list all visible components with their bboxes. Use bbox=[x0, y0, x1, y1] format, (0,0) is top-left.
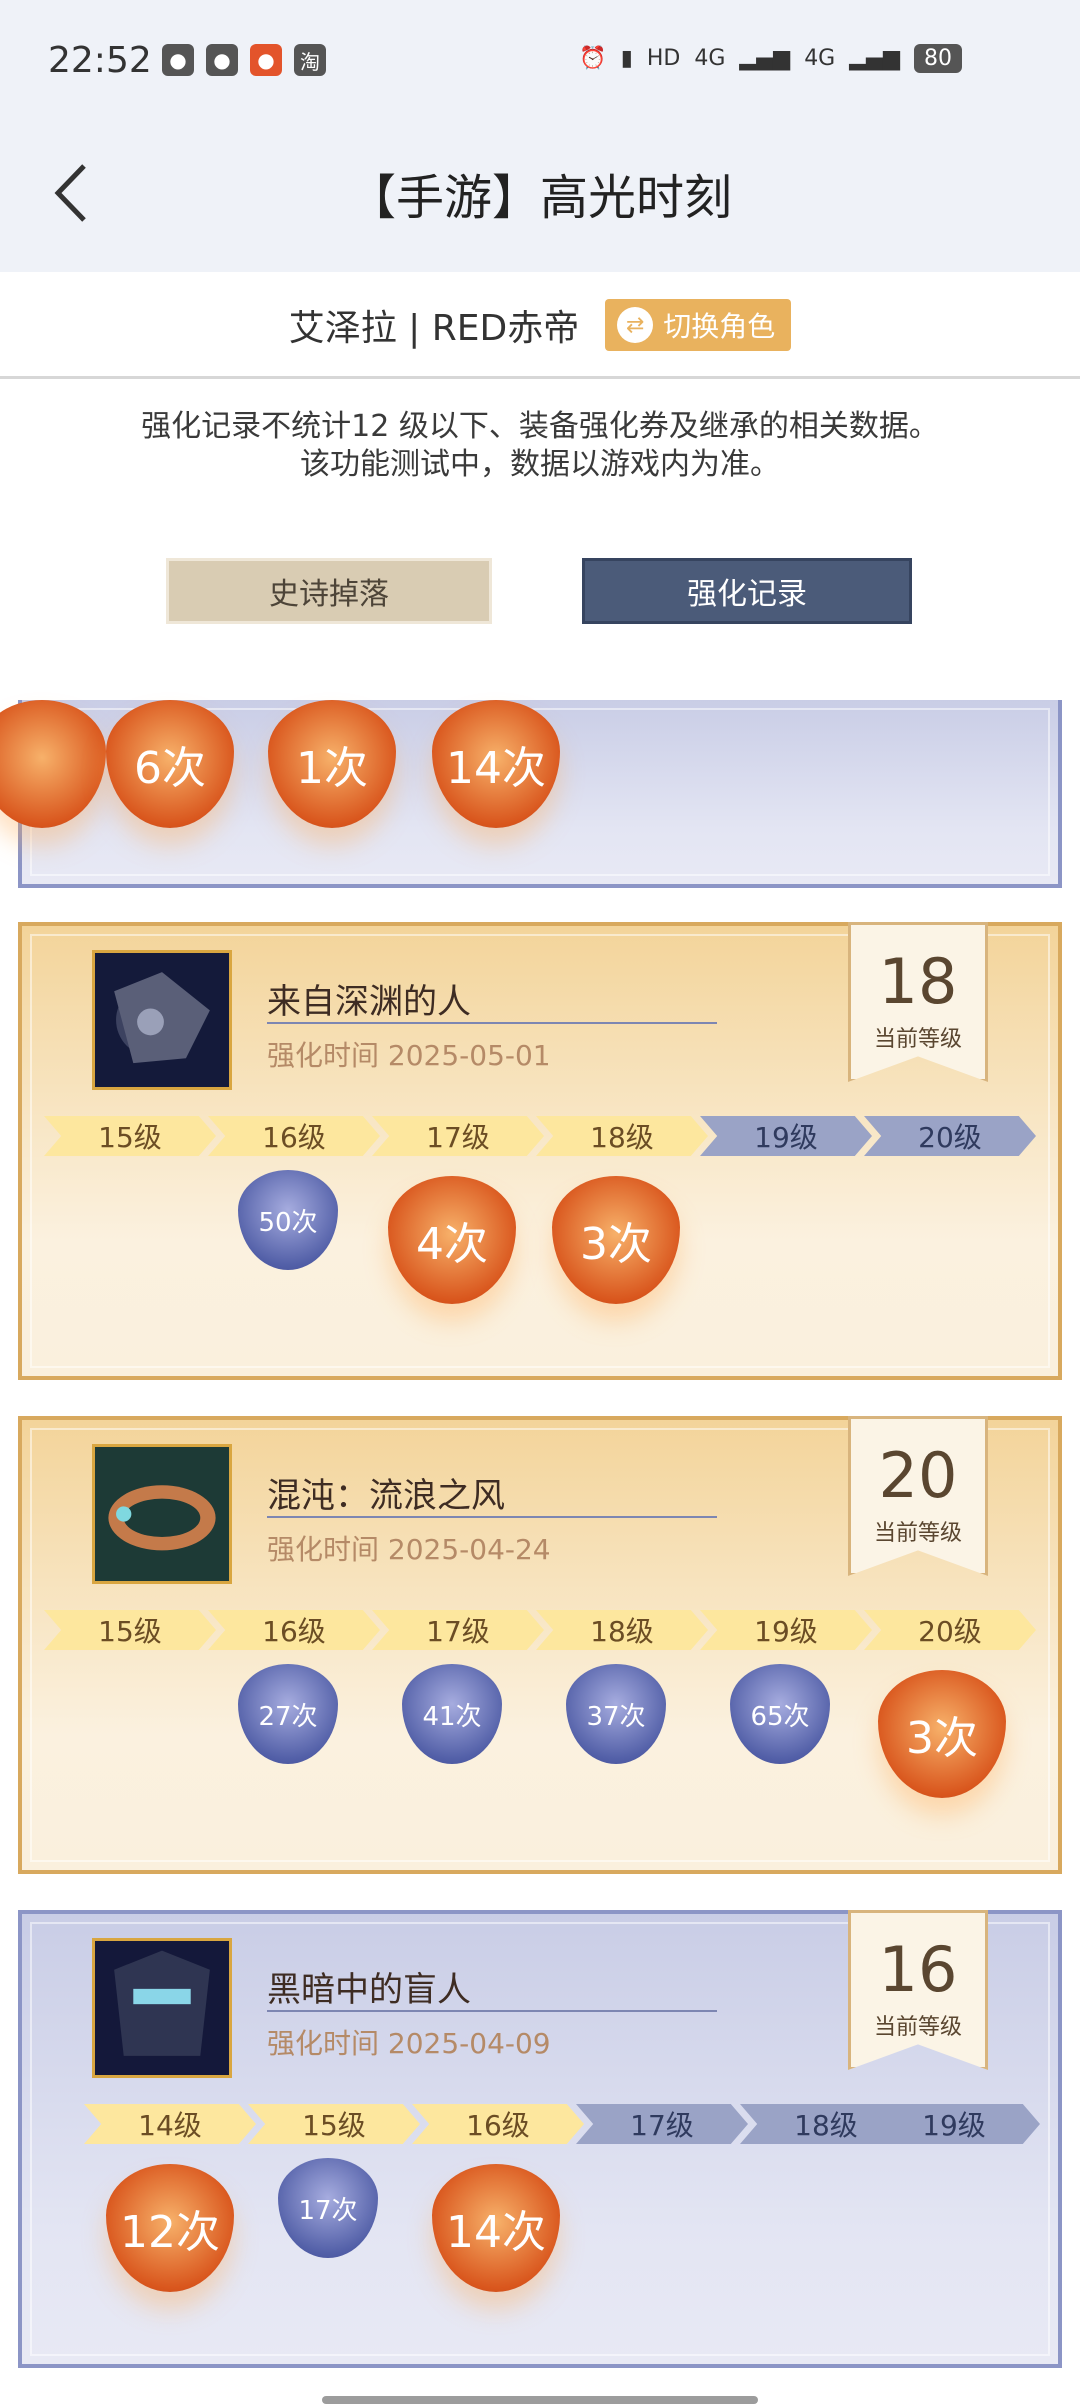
enhance-count-orb: 14次 bbox=[432, 700, 560, 828]
status-app-icons: ● ● ● 淘 bbox=[162, 44, 326, 76]
level-track: 14级 15级 16级 17级 18级 19级 bbox=[44, 2104, 1040, 2144]
swap-icon: ⇄ bbox=[617, 307, 654, 343]
current-level-badge: 16 当前等级 bbox=[848, 1910, 988, 2070]
signal-icon: ▂▄▆ bbox=[739, 46, 791, 71]
enhance-count-orb: 14次 bbox=[432, 2164, 560, 2292]
level-step: 15级 bbox=[44, 1610, 216, 1650]
home-indicator[interactable] bbox=[322, 2396, 758, 2404]
level-step: 17级 bbox=[372, 1116, 544, 1156]
alarm-icon: ⏰ bbox=[579, 46, 607, 71]
role-row: 艾泽拉 | RED赤帝 ⇄ 切换角色 bbox=[0, 290, 1080, 360]
level-step: 19级 bbox=[700, 1610, 872, 1650]
level-step: 18级 bbox=[536, 1610, 708, 1650]
level-track: 15级 16级 17级 18级 19级 20级 bbox=[44, 1116, 1040, 1156]
network-4g: 4G bbox=[694, 46, 726, 71]
enhance-card[interactable]: 来自深渊的人 强化时间 2025-05-01 18 当前等级 15级 16级 1… bbox=[18, 922, 1062, 1380]
enhance-count-orb: 37次 bbox=[566, 1664, 666, 1764]
app-icon: ● bbox=[162, 44, 194, 76]
item-name: 黑暗中的盲人 bbox=[267, 1970, 471, 2010]
level-step: 17级 bbox=[372, 1610, 544, 1650]
tab-enhance-records[interactable]: 强化记录 bbox=[582, 558, 912, 624]
enhance-count-orb: 1次 bbox=[268, 700, 396, 828]
enhance-count-orb: 12次 bbox=[106, 2164, 234, 2292]
enhance-count-orb: 50次 bbox=[238, 1170, 338, 1270]
level-step: 16级 bbox=[208, 1610, 380, 1650]
level-step: 15级 bbox=[248, 2104, 420, 2144]
switch-role-label: 切换角色 bbox=[663, 310, 776, 343]
name-underline bbox=[267, 2010, 717, 2012]
current-level-value: 20 bbox=[878, 1439, 958, 1512]
enhance-card[interactable]: 黑暗中的盲人 强化时间 2025-04-09 16 当前等级 14级 15级 1… bbox=[18, 1910, 1062, 2368]
network-hd: HD bbox=[646, 46, 681, 71]
item-name: 来自深渊的人 bbox=[267, 982, 471, 1022]
enhance-count-orb: 27次 bbox=[238, 1664, 338, 1764]
signal-icon: ▂▄▆ bbox=[849, 46, 900, 71]
level-step: 16级 bbox=[208, 1116, 380, 1156]
current-level-badge: 18 当前等级 bbox=[848, 922, 988, 1082]
item-thumbnail bbox=[92, 1444, 232, 1584]
level-step: 20级 bbox=[864, 1116, 1036, 1156]
level-step: 18级 bbox=[536, 1116, 708, 1156]
tab-bar: 史诗掉落 强化记录 bbox=[0, 558, 1080, 632]
switch-role-button[interactable]: ⇄ 切换角色 bbox=[605, 299, 792, 351]
name-underline bbox=[267, 1516, 717, 1518]
item-thumbnail bbox=[92, 1938, 232, 2078]
app-icon: ● bbox=[206, 44, 238, 76]
enhance-count-orb: 3次 bbox=[552, 1176, 680, 1304]
current-level-label: 当前等级 bbox=[873, 2015, 962, 2040]
current-level-value: 16 bbox=[878, 1933, 958, 2006]
enhance-count-orb: 17次 bbox=[278, 2158, 378, 2258]
level-step: 20级 bbox=[864, 1610, 1036, 1650]
enhance-count-orb: 41次 bbox=[402, 1664, 502, 1764]
enhance-count-orb: 3次 bbox=[878, 1670, 1006, 1798]
level-step: 19级 bbox=[700, 1116, 872, 1156]
level-track: 15级 16级 17级 18级 19级 20级 bbox=[44, 1610, 1040, 1650]
divider bbox=[0, 376, 1080, 379]
orb-partial bbox=[0, 700, 106, 828]
vibrate-icon: ▮ bbox=[620, 46, 633, 71]
tab-epic-drops[interactable]: 史诗掉落 bbox=[166, 558, 492, 624]
notice-line: 强化记录不统计12 级以下、装备强化券及继承的相关数据。 bbox=[141, 409, 939, 444]
enhance-date: 强化时间 2025-05-01 bbox=[267, 1039, 551, 1072]
enhance-count-orb: 65次 bbox=[730, 1664, 830, 1764]
current-level-value: 18 bbox=[878, 945, 958, 1018]
battery-indicator: 80 bbox=[914, 44, 962, 73]
item-thumbnail bbox=[92, 950, 232, 1090]
current-level-badge: 20 当前等级 bbox=[848, 1416, 988, 1576]
current-level-label: 当前等级 bbox=[873, 1027, 962, 1052]
status-time: 22:52 bbox=[48, 40, 152, 81]
page-title: 【手游】高光时刻 bbox=[347, 170, 732, 226]
role-name: 艾泽拉 | RED赤帝 bbox=[288, 308, 580, 349]
level-step: 14级 bbox=[84, 2104, 256, 2144]
level-step: 17级 bbox=[576, 2104, 748, 2144]
header-bar: 22:52 ● ● ● 淘 ⏰ ▮ HD 4G ▂▄▆ 4G ▂▄▆ 80 【手… bbox=[0, 0, 1080, 272]
app-icon: ● bbox=[250, 44, 282, 76]
network-4g-2: 4G bbox=[804, 46, 836, 71]
item-name: 混沌：流浪之风 bbox=[267, 1476, 505, 1516]
app-icon: 淘 bbox=[294, 44, 326, 76]
enhance-date: 强化时间 2025-04-09 bbox=[267, 2027, 551, 2060]
notice-line: 该功能测试中，数据以游戏内为准。 bbox=[300, 447, 780, 482]
enhance-date: 强化时间 2025-04-24 bbox=[267, 1533, 551, 1566]
notice-text: 强化记录不统计12 级以下、装备强化券及继承的相关数据。 该功能测试中，数据以游… bbox=[0, 408, 1080, 484]
enhance-count-orb: 4次 bbox=[388, 1176, 516, 1304]
current-level-label: 当前等级 bbox=[873, 1521, 962, 1546]
level-step: 16级 bbox=[412, 2104, 584, 2144]
level-step: 15级 bbox=[44, 1116, 216, 1156]
enhance-card[interactable]: 混沌：流浪之风 强化时间 2025-04-24 20 当前等级 15级 16级 … bbox=[18, 1416, 1062, 1874]
status-indicators: ⏰ ▮ HD 4G ▂▄▆ 4G ▂▄▆ 80 bbox=[579, 44, 962, 73]
enhance-count-orb: 6次 bbox=[106, 700, 234, 828]
level-step: 19级 bbox=[868, 2104, 1040, 2144]
enhance-card-partial: 6次 1次 14次 bbox=[0, 700, 1062, 888]
name-underline bbox=[267, 1022, 717, 1024]
